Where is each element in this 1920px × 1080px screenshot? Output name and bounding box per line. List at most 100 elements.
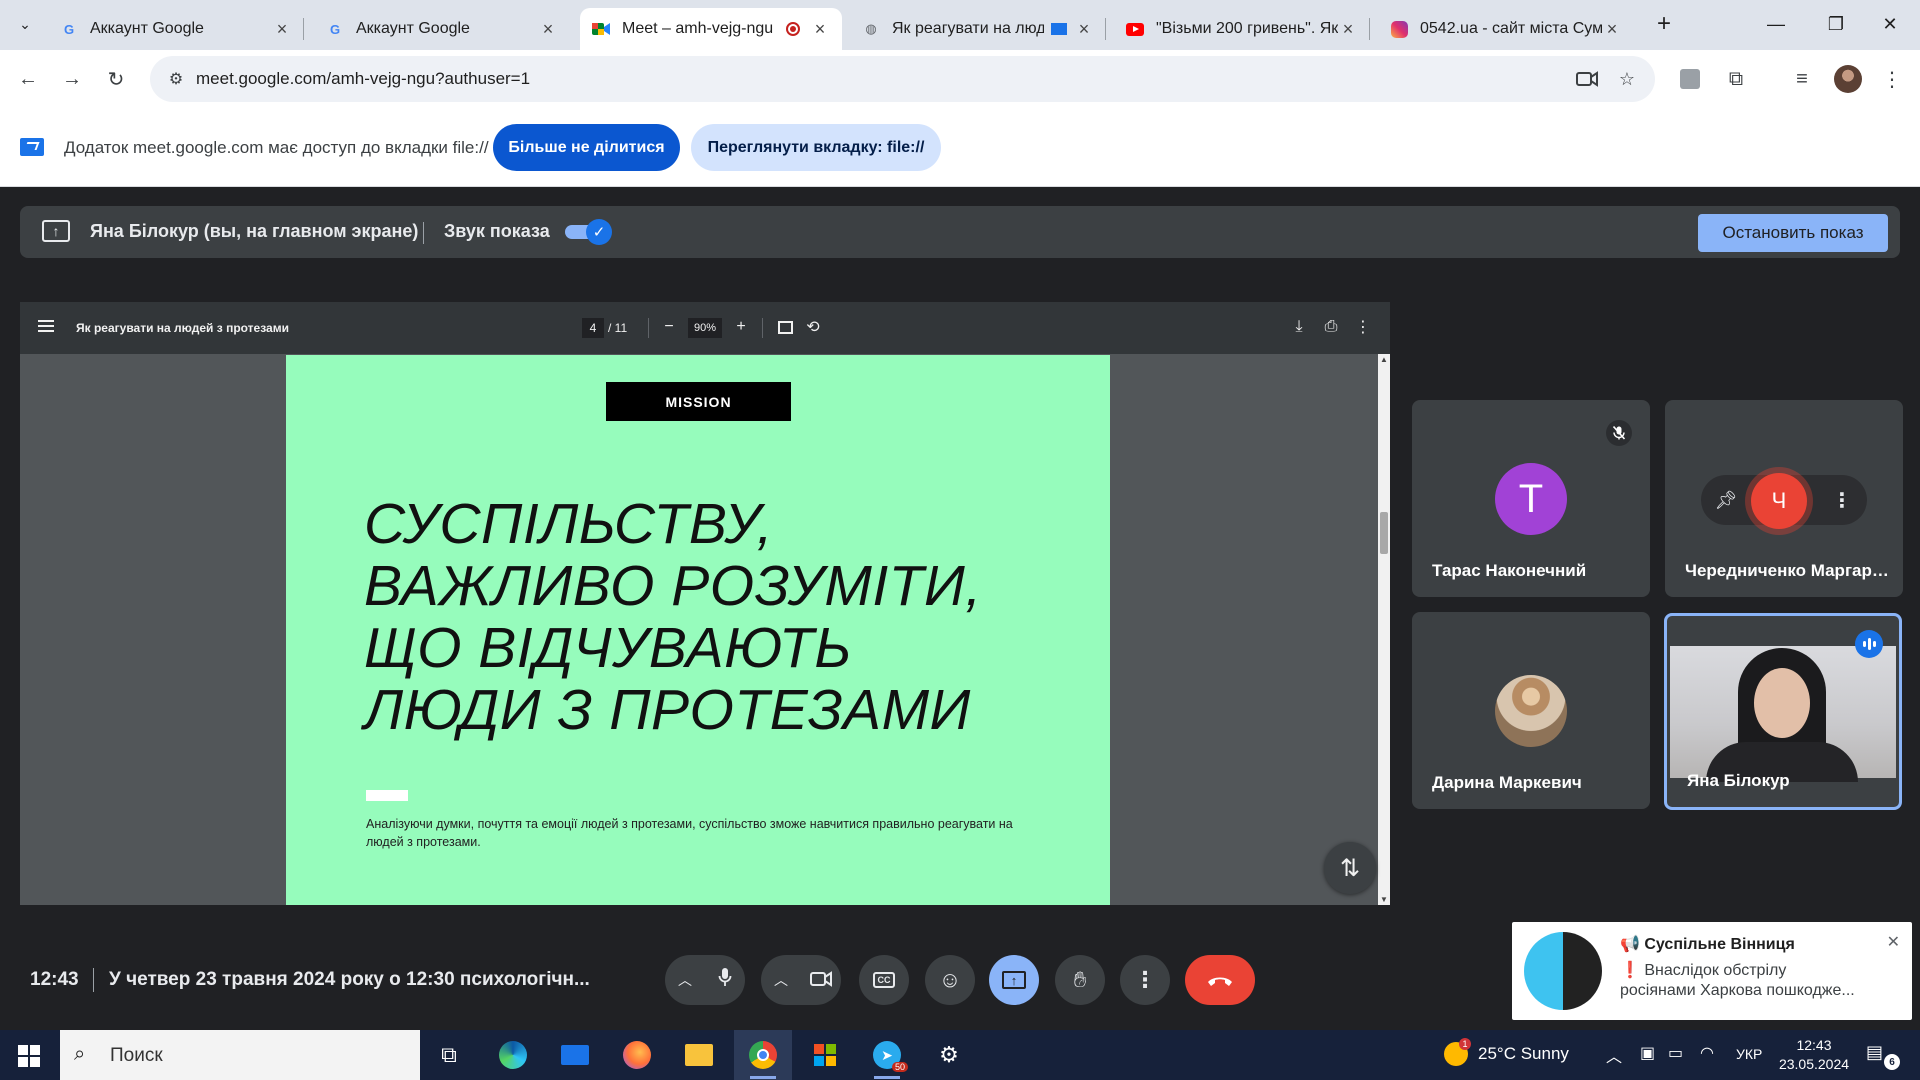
close-icon[interactable]: × <box>538 19 558 40</box>
battery-icon[interactable]: ▭ <box>1668 1043 1683 1063</box>
taskbar-clock[interactable]: 12:43 23.05.2024 <box>1774 1036 1854 1074</box>
microphone-icon[interactable] <box>705 967 745 993</box>
camera-options-chevron-icon[interactable]: ︿ <box>761 970 801 990</box>
tab-search-icon[interactable]: ⌄ <box>10 9 40 39</box>
meeting-title[interactable]: У четвер 23 травня 2024 року о 12:30 пси… <box>109 969 590 991</box>
participant-tile[interactable]: T Тарас Наконечний <box>1412 400 1650 597</box>
minimize-button[interactable]: — <box>1746 0 1806 48</box>
profile-avatar[interactable] <box>1834 65 1862 93</box>
profile-extension-icon[interactable] <box>1674 63 1706 95</box>
pin-icon[interactable]: 📌︎ <box>1715 489 1738 511</box>
zoom-in-icon[interactable]: + <box>730 316 752 338</box>
site-settings-icon[interactable]: ⚙ <box>164 67 188 91</box>
wifi-icon[interactable]: ◠ <box>1700 1043 1714 1063</box>
scroll-up-icon[interactable]: ▲ <box>1380 355 1388 364</box>
reload-button[interactable]: ↻ <box>100 63 132 95</box>
stop-sharing-button[interactable]: Більше не ділитися <box>493 124 680 171</box>
zoom-out-icon[interactable]: − <box>658 316 680 338</box>
close-icon[interactable]: ✕ <box>1887 932 1900 952</box>
divider <box>93 968 94 992</box>
url-text[interactable]: meet.google.com/amh-vejg-ngu?authuser=1 <box>196 69 530 89</box>
new-tab-button[interactable]: + <box>1650 10 1678 38</box>
tab-google-account-2[interactable]: G Аккаунт Google × <box>314 8 570 50</box>
recording-icon <box>786 22 800 36</box>
participant-tile[interactable]: Дарина Маркевич <box>1412 612 1650 809</box>
restore-button[interactable]: ❐ <box>1806 0 1866 48</box>
leave-call-button[interactable] <box>1185 955 1255 1005</box>
menu-icon[interactable] <box>38 320 54 332</box>
mic-options-chevron-icon[interactable]: ︿ <box>665 970 705 990</box>
zoom-input[interactable]: 90% <box>688 318 722 338</box>
raise-hand-button[interactable]: ✋︎ <box>1055 955 1105 1005</box>
close-icon[interactable]: × <box>810 19 830 40</box>
more-options-icon[interactable]: ⋮ <box>1831 488 1853 512</box>
telegram-icon[interactable]: ➤ 50 <box>858 1030 916 1080</box>
scrollbar-thumb[interactable] <box>1380 512 1388 554</box>
tab-0542[interactable]: 0542.ua - сайт міста Суми × <box>1378 8 1634 50</box>
settings-gear-icon[interactable]: ⚙ <box>920 1030 978 1080</box>
notification-count: 6 <box>1884 1054 1900 1070</box>
notification-center-icon[interactable]: ▤ 6 <box>1866 1042 1900 1070</box>
more-options-icon[interactable]: ⋮ <box>1352 316 1374 338</box>
input-language[interactable]: УКР <box>1736 1046 1762 1062</box>
show-hidden-icons-chevron-icon[interactable]: ︿ <box>1606 1043 1622 1067</box>
print-icon[interactable]: ⎙ <box>1320 316 1342 338</box>
captions-button[interactable]: CC <box>859 955 909 1005</box>
globe-icon: ◍ <box>865 21 877 36</box>
forward-button[interactable]: → <box>56 63 88 95</box>
participant-avatar: T <box>1495 463 1567 535</box>
share-audio-toggle[interactable]: ✓ <box>565 219 612 245</box>
camera-in-use-icon[interactable] <box>1574 67 1600 91</box>
back-button[interactable]: ← <box>12 63 44 95</box>
rotate-icon[interactable]: ⟲ <box>802 316 824 338</box>
media-control-icon[interactable]: ≡ <box>1786 63 1818 95</box>
more-options-button[interactable]: ⋮ <box>1120 955 1170 1005</box>
tab-youtube[interactable]: "Візьми 200 гривень". Як шахраї × <box>1114 8 1370 50</box>
camera-icon[interactable] <box>801 967 841 993</box>
page-number-input[interactable]: 4 <box>582 318 604 338</box>
close-icon[interactable]: × <box>1074 19 1094 40</box>
close-window-button[interactable]: ✕ <box>1860 0 1920 48</box>
fit-page-icon[interactable] <box>774 316 796 338</box>
divider <box>648 318 649 338</box>
close-icon[interactable]: × <box>1602 19 1622 40</box>
chrome-icon[interactable] <box>734 1030 792 1080</box>
heading-line: ЩО ВІДЧУВАЮТЬ <box>364 616 852 680</box>
store-icon[interactable] <box>796 1030 854 1080</box>
pdf-scrollbar[interactable]: ▲ ▼ <box>1378 354 1390 905</box>
meet-now-icon[interactable]: ▣ <box>1640 1043 1655 1063</box>
weather-widget[interactable]: 1 25°C Sunny <box>1444 1038 1569 1066</box>
notification-toast[interactable]: 📢 Суспільне Вінниця ❗ Внаслідок обстрілу… <box>1512 922 1912 1020</box>
present-button[interactable]: ↑ <box>989 955 1039 1005</box>
participant-tile-self[interactable]: Яна Білокур <box>1664 613 1902 810</box>
pdf-page-slide: MISSION СУСПІЛЬСТВУ, ВАЖЛИВО РОЗУМІТИ, Щ… <box>286 355 1110 905</box>
stop-presenting-button[interactable]: Остановить показ <box>1698 214 1888 252</box>
taskbar-search[interactable]: ⌕ Поиск <box>60 1030 420 1080</box>
scroll-down-icon[interactable]: ▼ <box>1380 895 1388 904</box>
view-shared-tab-button[interactable]: Переглянути вкладку: file:// <box>691 124 941 171</box>
tab-google-account-1[interactable]: G Аккаунт Google × <box>48 8 304 50</box>
chrome-menu-icon[interactable]: ⋮ <box>1876 63 1908 95</box>
bookmark-star-icon[interactable]: ☆ <box>1614 67 1640 91</box>
windows-start-icon[interactable] <box>18 1045 40 1067</box>
browser-tab-strip: ⌄ G Аккаунт Google × G Аккаунт Google × … <box>0 0 1920 50</box>
tab-pdf-file[interactable]: ◍ Як реагувати на людей з протезами × <box>850 8 1106 50</box>
address-bar[interactable]: ⚙ meet.google.com/amh-vejg-ngu?authuser=… <box>150 56 1655 102</box>
tab-meet[interactable]: Meet – amh-vejg-ngu × <box>580 8 842 50</box>
firefox-icon[interactable] <box>608 1030 666 1080</box>
close-icon[interactable]: × <box>1338 19 1358 40</box>
mail-icon[interactable] <box>546 1030 604 1080</box>
file-explorer-icon[interactable] <box>670 1030 728 1080</box>
download-icon[interactable]: ⤓ <box>1288 316 1310 338</box>
swap-layout-button[interactable]: ⇅ <box>1324 842 1376 894</box>
close-icon[interactable]: × <box>272 19 292 40</box>
remove-participant-icon[interactable]: Ч <box>1751 473 1807 529</box>
presenter-label: Яна Білокур (вы, на главном экране) <box>90 221 419 241</box>
meet-icon <box>592 20 610 38</box>
reactions-button[interactable]: ☺ <box>925 955 975 1005</box>
extensions-puzzle-icon[interactable]: ⧉ <box>1720 63 1752 95</box>
participant-tile[interactable]: 📌︎ Ч ⋮ Чередниченко Маргарита <box>1665 400 1903 597</box>
task-view-icon[interactable]: ⧉ <box>420 1030 478 1080</box>
speaking-indicator-icon <box>1855 630 1883 658</box>
edge-icon[interactable] <box>484 1030 542 1080</box>
